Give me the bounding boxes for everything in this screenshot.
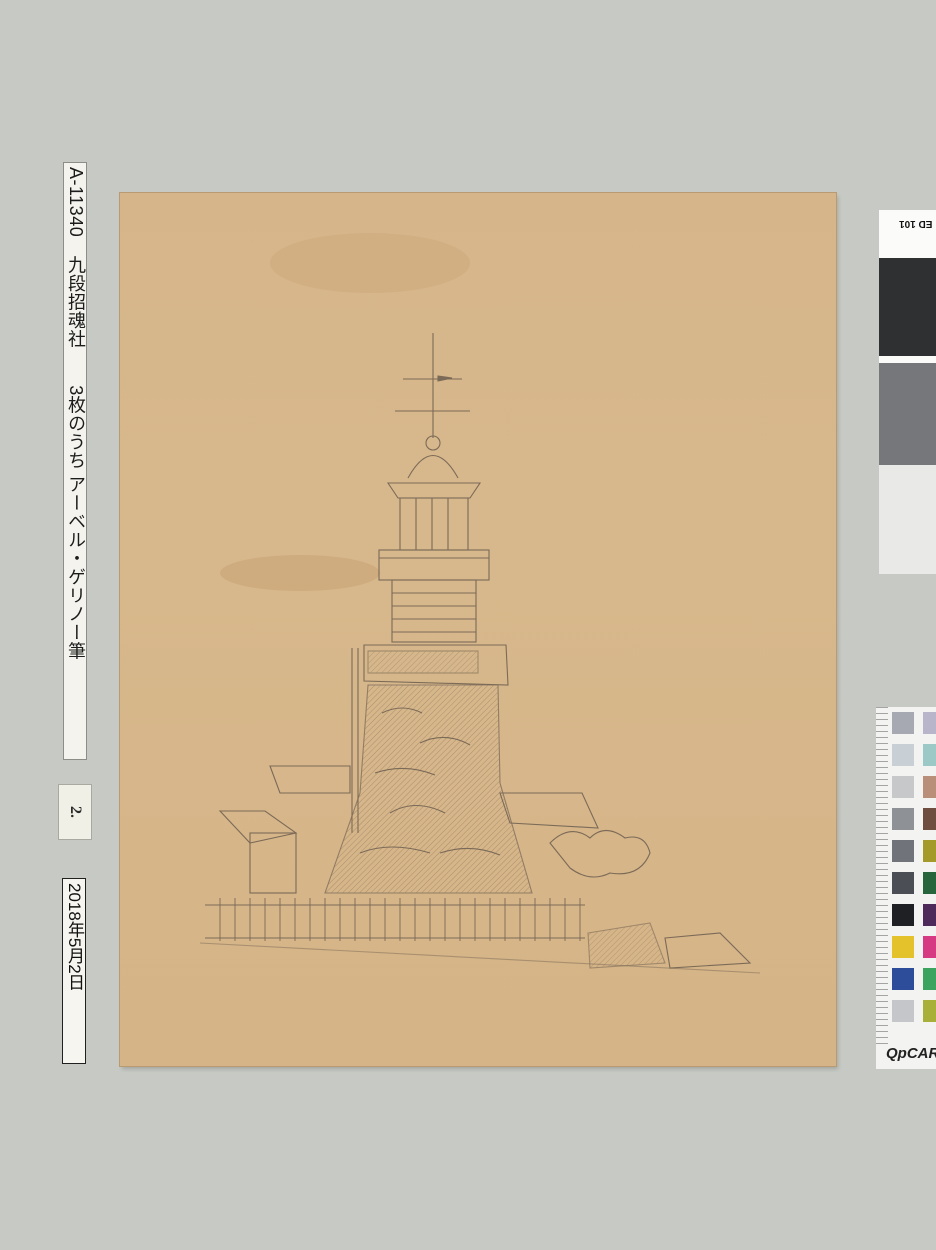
gray-scale-card: ED 101 — [879, 210, 936, 574]
gray-block-dark — [879, 258, 936, 356]
color-swatch — [892, 808, 914, 830]
gray-block-mid — [879, 363, 936, 465]
color-swatch — [923, 904, 936, 926]
color-swatch — [892, 904, 914, 926]
color-swatch — [923, 744, 936, 766]
gray-block-light — [879, 465, 936, 574]
color-swatch — [923, 968, 936, 990]
color-swatch — [923, 936, 936, 958]
color-swatch — [892, 776, 914, 798]
drawing-paper — [120, 193, 836, 1066]
color-swatch — [892, 872, 914, 894]
ruler-ticks — [876, 707, 888, 1047]
sheet-number: 2. — [67, 806, 84, 818]
color-swatch — [923, 840, 936, 862]
color-calibration-card: QpCAR — [876, 707, 936, 1069]
color-swatch — [923, 872, 936, 894]
color-swatch — [892, 744, 914, 766]
date-label: 2018年5月2日 — [62, 878, 86, 1064]
color-card-brand: QpCAR — [886, 1045, 936, 1062]
color-swatch — [923, 712, 936, 734]
color-swatch — [923, 776, 936, 798]
gray-card-header: ED 101 — [899, 218, 933, 229]
lighthouse-sketch — [199, 233, 761, 974]
color-swatch — [892, 1000, 914, 1022]
sheet-number-card: 2. — [58, 784, 92, 840]
date-label-text: 2018年5月2日 — [65, 883, 84, 991]
color-swatch — [892, 840, 914, 862]
color-swatch — [923, 808, 936, 830]
catalog-label-text: A-11340 九段招魂社 3枚のうち アーベル・ゲリノー筆 — [66, 167, 86, 661]
color-swatch — [892, 968, 914, 990]
color-swatch — [923, 1000, 936, 1022]
color-swatch — [892, 712, 914, 734]
catalog-label: A-11340 九段招魂社 3枚のうち アーベル・ゲリノー筆 — [63, 162, 87, 760]
color-swatch — [892, 936, 914, 958]
